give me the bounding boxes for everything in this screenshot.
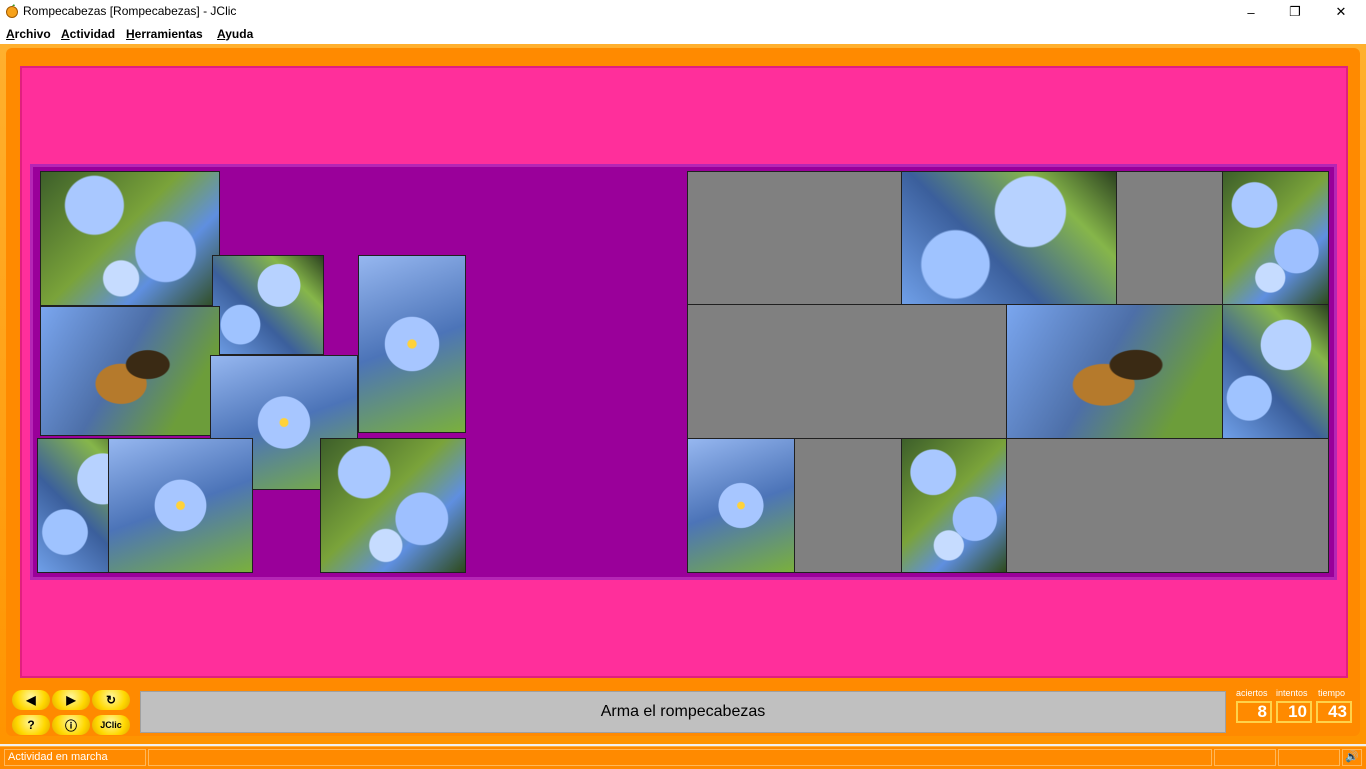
puzzle-slot-filled[interactable] bbox=[901, 171, 1117, 305]
status-bar: Actividad en marcha 🔊 bbox=[0, 746, 1366, 769]
puzzle-piece[interactable] bbox=[358, 255, 466, 433]
puzzle-slot-filled[interactable] bbox=[1006, 304, 1223, 439]
info-button[interactable]: ⓘ bbox=[52, 715, 90, 735]
menu-ayuda[interactable]: Ayuda bbox=[217, 27, 253, 41]
puzzle-slot-filled[interactable] bbox=[687, 438, 795, 573]
tiempo-label: tiempo bbox=[1318, 688, 1346, 698]
menu-archivo[interactable]: Archivo bbox=[6, 27, 51, 41]
puzzle-slot-filled[interactable] bbox=[1222, 171, 1329, 305]
window-title: Rompecabezas [Rompecabezas] - JClic bbox=[23, 4, 237, 18]
intentos-counter: 10 bbox=[1276, 701, 1312, 723]
puzzle-slot[interactable] bbox=[687, 171, 902, 305]
message-box: Arma el rompecabezas bbox=[140, 691, 1226, 733]
puzzle-slot-filled[interactable] bbox=[901, 438, 1007, 573]
restart-activity-button[interactable]: ↻ bbox=[92, 690, 130, 710]
puzzle-piece[interactable] bbox=[108, 438, 253, 573]
tiempo-counter: 43 bbox=[1316, 701, 1352, 723]
menu-actividad[interactable]: Actividad bbox=[61, 27, 115, 41]
menu-bar: Archivo Actividad Herramientas Ayuda bbox=[0, 24, 1366, 44]
puzzle-slot[interactable] bbox=[1006, 438, 1329, 573]
next-activity-button[interactable]: ▶ bbox=[52, 690, 90, 710]
status-cell bbox=[1278, 749, 1340, 766]
title-bar: Rompecabezas [Rompecabezas] - JClic – ❐ … bbox=[0, 0, 1366, 24]
puzzle-piece[interactable] bbox=[40, 306, 220, 436]
puzzle-piece[interactable] bbox=[212, 255, 324, 355]
maximize-button[interactable]: ❐ bbox=[1272, 0, 1318, 24]
close-button[interactable]: ✕ bbox=[1318, 0, 1364, 24]
aciertos-counter: 8 bbox=[1236, 701, 1272, 723]
previous-activity-button[interactable]: ◀ bbox=[12, 690, 50, 710]
puzzle-slot-filled[interactable] bbox=[1222, 304, 1329, 439]
puzzle-slot[interactable] bbox=[687, 304, 1007, 439]
status-text: Actividad en marcha bbox=[4, 749, 146, 766]
message-text: Arma el rompecabezas bbox=[600, 703, 766, 720]
puzzle-slot[interactable] bbox=[794, 438, 902, 573]
aciertos-label: aciertos bbox=[1236, 688, 1268, 698]
puzzle-piece[interactable] bbox=[320, 438, 466, 573]
minimize-button[interactable]: – bbox=[1228, 0, 1274, 24]
sound-icon[interactable]: 🔊 bbox=[1342, 749, 1362, 766]
status-progress bbox=[148, 749, 1212, 766]
menu-herramientas[interactable]: Herramientas bbox=[126, 27, 203, 41]
help-button[interactable]: ? bbox=[12, 715, 50, 735]
jclic-app-icon bbox=[6, 4, 18, 18]
puzzle-slot[interactable] bbox=[1116, 171, 1223, 305]
jclic-logo-button[interactable]: JClic bbox=[92, 715, 130, 735]
intentos-label: intentos bbox=[1276, 688, 1308, 698]
puzzle-piece[interactable] bbox=[40, 171, 220, 306]
status-cell bbox=[1214, 749, 1276, 766]
